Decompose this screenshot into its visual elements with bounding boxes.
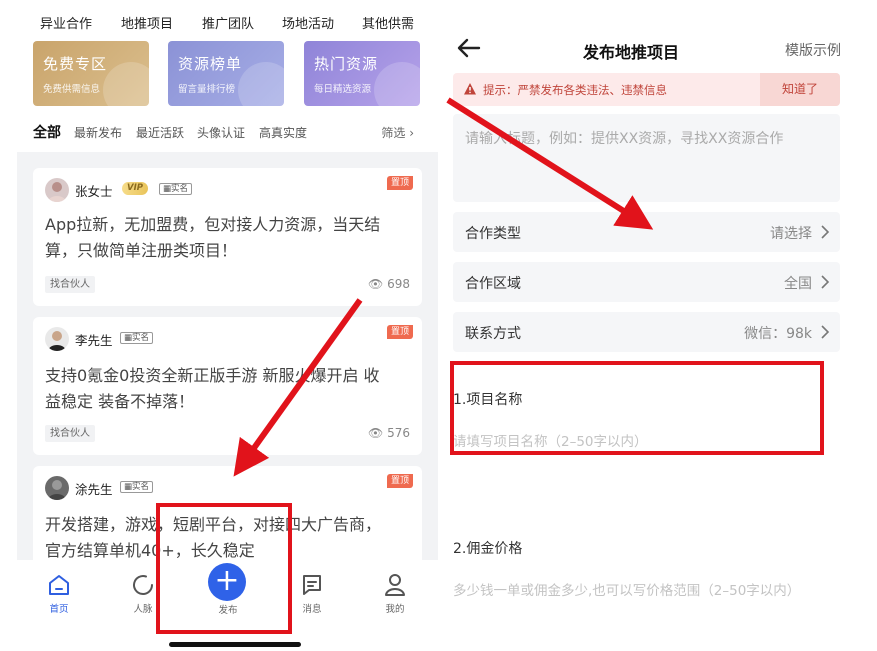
banner-subtitle: 免费供需信息 xyxy=(43,84,101,95)
tab-label: 我的 xyxy=(385,604,405,615)
post-body-line: 支持0氪金0投资全新正版手游 新服火爆开启 收 xyxy=(45,366,380,385)
banner-title: 资源榜单 xyxy=(178,55,243,73)
banner-decoration xyxy=(374,62,420,106)
view-count: 👁 698 xyxy=(368,277,410,291)
row-label: 合作区域 xyxy=(465,276,521,292)
post-card[interactable]: 张女士 VIP ▦实名 置顶 App拉新，无加盟费，包对接人力资源，当天结 算，… xyxy=(33,168,422,306)
tab-profile[interactable]: 我的 xyxy=(365,572,425,615)
publish-form-screen: 发布地推项目 模版示例 提示：严禁发布各类违法、违禁信息 知道了 请输入标题，例… xyxy=(449,0,877,651)
message-icon xyxy=(303,575,321,595)
verified-badge: ▦实名 xyxy=(120,481,154,493)
category-nav: 异业合作 地推项目 推广团队 场地活动 其他供需 xyxy=(17,0,438,40)
row-value: 全国 xyxy=(784,276,812,292)
filter-latest[interactable]: 最新发布 xyxy=(74,124,122,141)
category-tab-venue-events[interactable]: 场地活动 xyxy=(282,13,334,32)
filter-high-authenticity[interactable]: 高真实度 xyxy=(259,124,307,141)
banner-title: 热门资源 xyxy=(314,55,379,73)
post-card[interactable]: 李先生 ▦实名 置顶 支持0氪金0投资全新正版手游 新服火爆开启 收 益稳定 装… xyxy=(33,317,422,455)
author-name: 李先生 xyxy=(75,333,113,348)
cooperation-type-selector[interactable]: 合作类型 请选择 xyxy=(453,212,840,252)
template-example-link[interactable]: 模版示例 xyxy=(785,40,841,60)
banner-resource-ranking[interactable]: 资源榜单 留言量排行榜 xyxy=(168,41,284,106)
contacts-icon xyxy=(133,575,153,595)
pinned-badge: 置顶 xyxy=(386,325,413,339)
commission-price-input[interactable]: 多少钱一单或佣金多少,也可以写价格范围（2–50字以内） xyxy=(453,579,800,599)
row-label: 合作类型 xyxy=(465,226,521,242)
vip-badge: VIP xyxy=(122,182,148,195)
pinned-badge: 置顶 xyxy=(386,176,413,190)
verified-badge: ▦实名 xyxy=(159,183,193,195)
view-count: 👁 576 xyxy=(368,426,410,440)
filter-avatar-verified[interactable]: 头像认证 xyxy=(197,124,245,141)
post-body: App拉新，无加盟费，包对接人力资源，当天结 算，只做简单注册类项目！ xyxy=(45,212,413,264)
banner-subtitle: 留言量排行榜 xyxy=(178,84,236,95)
contact-method-selector[interactable]: 联系方式 微信：98k xyxy=(453,312,840,352)
notice-text: 提示：严禁发布各类违法、违禁信息 xyxy=(483,83,667,97)
cooperation-region-selector[interactable]: 合作区域 全国 xyxy=(453,262,840,302)
post-tag: 找合伙人 xyxy=(45,425,95,442)
post-tag: 找合伙人 xyxy=(45,276,95,293)
page-title: 发布地推项目 xyxy=(583,43,680,62)
notice-dismiss-button[interactable]: 知道了 xyxy=(760,73,840,106)
avatar xyxy=(45,476,69,500)
category-tab-promo-team[interactable]: 推广团队 xyxy=(202,13,254,32)
pinned-badge: 置顶 xyxy=(386,474,413,488)
banner-hot-resources[interactable]: 热门资源 每日精选资源 xyxy=(304,41,420,106)
author-name: 张女士 xyxy=(75,184,113,199)
filter-all[interactable]: 全部 xyxy=(33,122,61,142)
post-body-line: 益稳定 装备不掉落！ xyxy=(45,392,195,411)
filter-button[interactable]: 筛选 › xyxy=(381,124,414,141)
tab-label: 首页 xyxy=(49,604,69,615)
banner-free-zone[interactable]: 免费专区 免费供需信息 xyxy=(33,41,149,106)
banner-decoration xyxy=(238,62,284,106)
warning-icon xyxy=(464,83,476,95)
category-tab-cross-industry[interactable]: 异业合作 xyxy=(40,13,92,32)
annotation-box-project-name xyxy=(450,361,824,455)
banner-subtitle: 每日精选资源 xyxy=(314,84,372,95)
post-body: 支持0氪金0投资全新正版手游 新服火爆开启 收 益稳定 装备不掉落！ xyxy=(45,363,413,415)
category-tab-ground-promotion[interactable]: 地推项目 xyxy=(121,13,173,32)
author-name: 涂先生 xyxy=(75,482,113,497)
chevron-right-icon xyxy=(821,225,830,239)
verified-badge: ▦实名 xyxy=(120,332,154,344)
avatar xyxy=(45,327,69,351)
tab-home[interactable]: 首页 xyxy=(29,572,89,615)
avatar xyxy=(45,178,69,202)
filter-bar: 全部 最新发布 最近活跃 头像认证 高真实度 筛选 › xyxy=(17,118,438,152)
annotation-box-publish xyxy=(156,503,292,634)
home-icon xyxy=(49,575,69,595)
commission-price-label: 2.佣金价格 xyxy=(453,541,523,557)
chevron-right-icon xyxy=(821,275,830,289)
post-body-line: 算，只做简单注册类项目！ xyxy=(45,241,238,260)
post-body-line: App拉新，无加盟费，包对接人力资源，当天结 xyxy=(45,215,381,234)
user-icon xyxy=(385,574,405,596)
banner-title: 免费专区 xyxy=(43,55,108,73)
row-value: 微信：98k xyxy=(744,326,812,342)
warning-notice: 提示：严禁发布各类违法、违禁信息 知道了 xyxy=(453,73,840,106)
row-value: 请选择 xyxy=(770,226,812,242)
eye-icon: 👁 xyxy=(368,277,384,291)
row-label: 联系方式 xyxy=(465,326,521,342)
banner-decoration xyxy=(103,62,149,106)
home-indicator xyxy=(169,642,301,647)
back-arrow-icon[interactable] xyxy=(455,34,483,62)
eye-icon: 👁 xyxy=(368,426,384,440)
chevron-right-icon xyxy=(821,325,830,339)
category-tab-other[interactable]: 其他供需 xyxy=(362,13,414,32)
title-input[interactable]: 请输入标题，例如：提供XX资源，寻找XX资源合作 xyxy=(453,114,840,202)
filter-active[interactable]: 最近活跃 xyxy=(136,124,184,141)
title-placeholder: 请输入标题，例如：提供XX资源，寻找XX资源合作 xyxy=(465,131,784,147)
